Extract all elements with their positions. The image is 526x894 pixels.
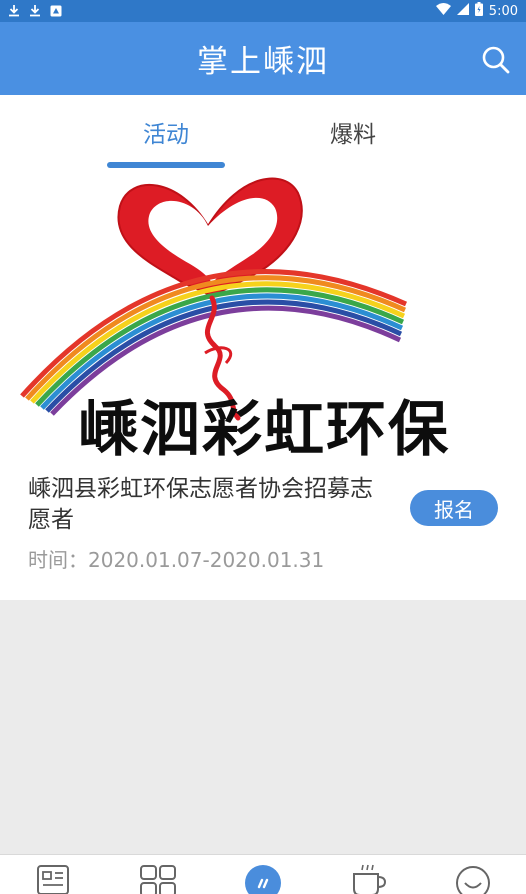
smile-icon (456, 866, 490, 894)
activity-banner[interactable]: 嵊泗彩虹环保 (0, 168, 526, 465)
tab-news-tips[interactable]: 爆料 (294, 95, 412, 168)
bottom-nav (0, 854, 526, 894)
search-icon (482, 46, 510, 74)
signup-button[interactable]: 报名 (410, 490, 498, 526)
banner-logo-text: 嵊泗彩虹环保 (78, 395, 450, 465)
nav-item-profile[interactable] (453, 863, 493, 894)
nav-item-activity[interactable] (243, 863, 283, 894)
cup-icon (353, 864, 387, 894)
nav-item-services[interactable] (138, 863, 178, 894)
news-icon (37, 865, 69, 894)
nav-item-news[interactable] (33, 863, 73, 894)
activity-title[interactable]: 嵊泗县彩虹环保志愿者协会招募志愿者 (28, 474, 388, 536)
status-bar: 5:00 (0, 0, 526, 22)
tab-bar: 活动 爆料 (0, 95, 526, 168)
notification-icon (50, 2, 62, 21)
wifi-icon (435, 3, 451, 19)
app-bar: 掌上嵊泗 (0, 22, 526, 95)
nav-item-leisure[interactable] (348, 863, 388, 894)
download-icon (8, 2, 20, 21)
activity-icon (245, 865, 281, 894)
search-button[interactable] (480, 44, 512, 76)
activity-time: 时间：2020.01.07-2020.01.31 (28, 548, 325, 572)
tab-label: 活动 (143, 122, 189, 148)
tab-label: 爆料 (330, 122, 376, 148)
status-time: 5:00 (488, 3, 518, 19)
activity-card[interactable]: 嵊泗彩虹环保 嵊泗县彩虹环保志愿者协会招募志愿者 时间：2020.01.07-2… (0, 168, 526, 600)
grid-icon (140, 865, 176, 894)
signal-icon (456, 3, 469, 19)
page-title: 掌上嵊泗 (197, 44, 329, 80)
tab-activity[interactable]: 活动 (107, 95, 225, 168)
battery-icon (474, 2, 483, 20)
download-icon (29, 2, 41, 21)
